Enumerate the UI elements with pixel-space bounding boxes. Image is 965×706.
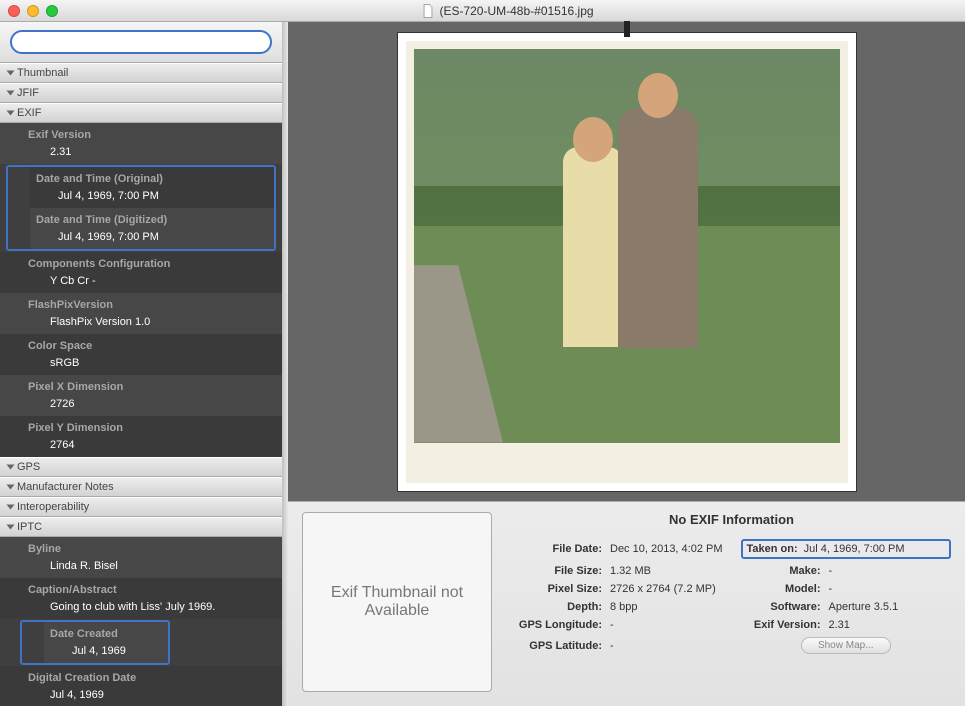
section-jfif[interactable]: JFIF (0, 83, 282, 103)
section-manufacturer-notes[interactable]: Manufacturer Notes (0, 477, 282, 497)
exif-flashpix: FlashPixVersionFlashPix Version 1.0 (0, 293, 282, 334)
exif-components: Components ConfigurationY Cb Cr - (0, 252, 282, 293)
info-title: No EXIF Information (512, 512, 951, 527)
iptc-byline: BylineLinda R. Bisel (0, 537, 282, 578)
make-value: - (829, 565, 952, 577)
depth-value: 8 bpp (610, 601, 733, 613)
exif-pixelx: Pixel X Dimension2726 (0, 375, 282, 416)
info-panel: Exif Thumbnail not Available No EXIF Inf… (288, 501, 965, 706)
image-preview-area (288, 22, 965, 501)
exif-version-label: Exif Version: (741, 619, 821, 631)
exif-body: Exif Version2.31 Date and Time (Original… (0, 123, 282, 457)
exif-dt-digitized: Date and Time (Digitized)Jul 4, 1969, 7:… (30, 208, 274, 249)
gps-longitude-label: GPS Longitude: (512, 619, 602, 631)
exif-version-value: 2.31 (829, 619, 952, 631)
file-date-label: File Date: (512, 543, 602, 555)
section-gps[interactable]: GPS (0, 457, 282, 477)
software-value: Aperture 3.5.1 (829, 601, 952, 613)
section-interoperability[interactable]: Interoperability (0, 497, 282, 517)
exif-pixely: Pixel Y Dimension2764 (0, 416, 282, 457)
software-label: Software: (741, 601, 821, 613)
exif-version: Exif Version2.31 (0, 123, 282, 164)
gps-latitude-value: - (610, 640, 733, 652)
zoom-button[interactable] (46, 5, 58, 17)
iptc-digital-date: Digital Creation DateJul 4, 1969 (0, 666, 282, 706)
window-title-text: (ES-720-UM-48b-#01516.jpg (439, 4, 593, 18)
search-container (0, 22, 282, 63)
depth-label: Depth: (512, 601, 602, 613)
iptc-body: BylineLinda R. Bisel Caption/AbstractGoi… (0, 537, 282, 706)
highlight-taken-on: Taken on: Jul 4, 1969, 7:00 PM (741, 539, 952, 559)
info-content: No EXIF Information File Date: Dec 10, 2… (512, 512, 951, 692)
search-input[interactable] (10, 30, 272, 54)
show-map-button[interactable]: Show Map... (801, 637, 891, 654)
model-value: - (829, 583, 952, 595)
iptc-caption: Caption/AbstractGoing to club with Liss'… (0, 578, 282, 619)
close-button[interactable] (8, 5, 20, 17)
info-grid: File Date: Dec 10, 2013, 4:02 PM Taken o… (512, 539, 951, 654)
pixel-size-label: Pixel Size: (512, 583, 602, 595)
taken-on-label: Taken on: (747, 543, 798, 555)
window-titlebar: (ES-720-UM-48b-#01516.jpg (0, 0, 965, 22)
photo-frame (397, 32, 857, 492)
model-label: Model: (741, 583, 821, 595)
file-size-value: 1.32 MB (610, 565, 733, 577)
metadata-sidebar: Thumbnail JFIF EXIF Exif Version2.31 Dat… (0, 22, 282, 706)
file-icon (421, 4, 435, 18)
photo-notch (624, 21, 630, 37)
exif-thumbnail-box: Exif Thumbnail not Available (302, 512, 492, 692)
file-size-label: File Size: (512, 565, 602, 577)
pixel-size-value: 2726 x 2764 (7.2 MP) (610, 583, 733, 595)
exif-colorspace: Color SpacesRGB (0, 334, 282, 375)
traffic-lights (8, 5, 58, 17)
iptc-date-created: Date CreatedJul 4, 1969 (44, 622, 168, 663)
highlight-date-created: Date CreatedJul 4, 1969 (20, 620, 170, 665)
file-date-value: Dec 10, 2013, 4:02 PM (610, 543, 733, 555)
highlight-datetime: Date and Time (Original)Jul 4, 1969, 7:0… (6, 165, 276, 251)
minimize-button[interactable] (27, 5, 39, 17)
window-title: (ES-720-UM-48b-#01516.jpg (58, 4, 957, 18)
section-iptc[interactable]: IPTC (0, 517, 282, 537)
section-exif[interactable]: EXIF (0, 103, 282, 123)
taken-on-value: Jul 4, 1969, 7:00 PM (804, 543, 905, 555)
photo-content (414, 49, 840, 443)
exif-dt-original: Date and Time (Original)Jul 4, 1969, 7:0… (30, 167, 274, 208)
make-label: Make: (741, 565, 821, 577)
gps-longitude-value: - (610, 619, 733, 631)
section-thumbnail[interactable]: Thumbnail (0, 63, 282, 83)
main-area: Exif Thumbnail not Available No EXIF Inf… (288, 22, 965, 706)
gps-latitude-label: GPS Latitude: (512, 640, 602, 652)
